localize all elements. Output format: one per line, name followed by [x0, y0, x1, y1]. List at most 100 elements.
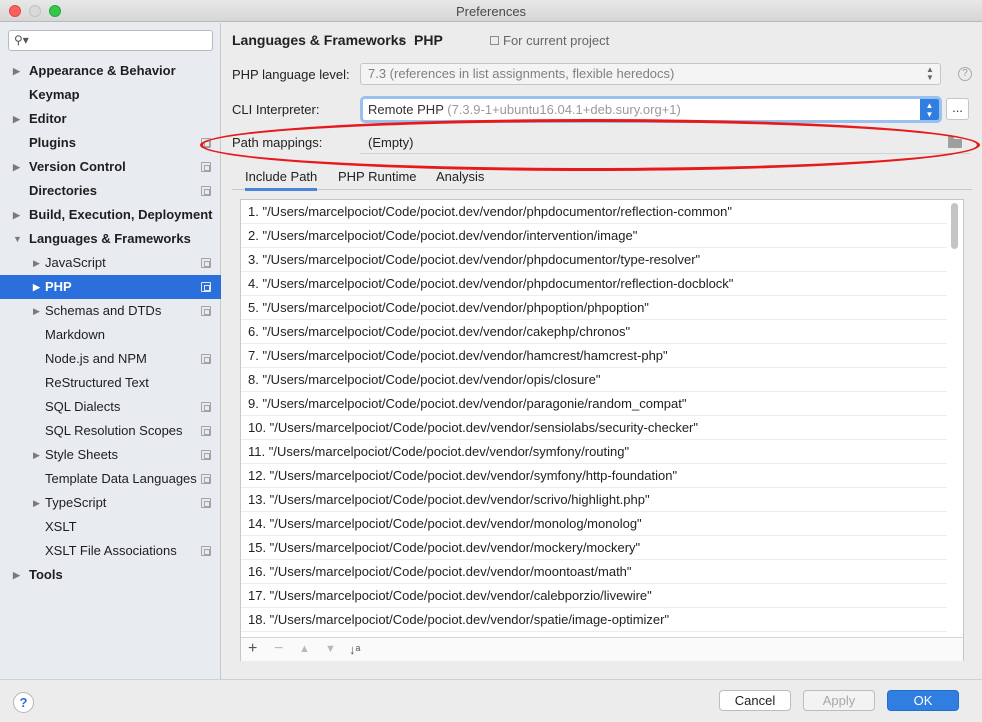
help-icon[interactable]: ? [958, 67, 972, 81]
remove-icon[interactable]: − [274, 640, 283, 658]
sidebar-item-label: Template Data Languages [45, 471, 197, 486]
project-scope-icon [201, 498, 211, 508]
project-scope-icon [201, 282, 211, 292]
list-item[interactable]: 4. "/Users/marcelpociot/Code/pociot.dev/… [241, 272, 947, 296]
settings-search-input[interactable]: ⚲▾ [8, 30, 213, 51]
sidebar-item-xslt-file-associations[interactable]: XSLT File Associations [0, 539, 221, 563]
cli-interpreter-version: (7.3.9-1+ubuntu16.04.1+deb.sury.org+1) [443, 102, 681, 117]
tab-include-path[interactable]: Include Path [245, 169, 318, 191]
settings-tree: ▶ Appearance & Behavior Keymap ▶ Editor Plugi… [0, 59, 221, 587]
sidebar-item-label: Style Sheets [45, 447, 118, 462]
ok-button[interactable]: OK [887, 690, 959, 711]
sidebar-item-style-sheets[interactable]: ▶ Style Sheets [0, 443, 221, 467]
list-item[interactable]: 8. "/Users/marcelpociot/Code/pociot.dev/… [241, 368, 947, 392]
list-item[interactable]: 6. "/Users/marcelpociot/Code/pociot.dev/… [241, 320, 947, 344]
chevron-right-icon[interactable]: ▶ [33, 275, 40, 299]
window-title: Preferences [455, 4, 527, 19]
list-item[interactable]: 3. "/Users/marcelpociot/Code/pociot.dev/… [241, 248, 947, 272]
sidebar-item-label: Version Control [29, 159, 126, 174]
chevron-right-icon[interactable]: ▶ [13, 107, 20, 131]
move-down-icon[interactable]: ▼ [325, 643, 336, 655]
list-item[interactable]: 14. "/Users/marcelpociot/Code/pociot.dev… [241, 512, 947, 536]
list-item[interactable]: 16. "/Users/marcelpociot/Code/pociot.dev… [241, 560, 947, 584]
project-scope-icon [201, 306, 211, 316]
sidebar-item-php[interactable]: ▶ PHP [0, 275, 221, 299]
chevron-right-icon[interactable]: ▶ [33, 491, 40, 515]
include-path-items: 1. "/Users/marcelpociot/Code/pociot.dev/… [241, 200, 947, 637]
sidebar-item-restructured-text[interactable]: ReStructured Text [0, 371, 221, 395]
chevron-updown-icon: ▲ ▼ [926, 65, 934, 82]
list-item[interactable]: 13. "/Users/marcelpociot/Code/pociot.dev… [241, 488, 947, 512]
chevron-right-icon[interactable]: ▶ [33, 443, 40, 467]
folder-icon[interactable] [948, 136, 962, 148]
list-item[interactable]: 5. "/Users/marcelpociot/Code/pociot.dev/… [241, 296, 947, 320]
list-item[interactable]: 11. "/Users/marcelpociot/Code/pociot.dev… [241, 440, 947, 464]
cancel-button[interactable]: Cancel [719, 690, 791, 711]
project-scope-icon [201, 258, 211, 268]
sidebar-item-appearance-behavior[interactable]: ▶ Appearance & Behavior [0, 59, 221, 83]
path-mappings-value[interactable]: (Empty) [368, 135, 414, 150]
project-scope-icon [201, 474, 211, 484]
chevron-right-icon[interactable]: ▶ [13, 59, 20, 83]
project-scope-icon [490, 36, 499, 45]
list-item[interactable]: 10. "/Users/marcelpociot/Code/pociot.dev… [241, 416, 947, 440]
sidebar-item-label: TypeScript [45, 495, 107, 510]
help-button[interactable]: ? [13, 692, 34, 713]
project-scope-icon [201, 426, 211, 436]
list-item[interactable]: 15. "/Users/marcelpociot/Code/pociot.dev… [241, 536, 947, 560]
sidebar-item-keymap[interactable]: Keymap [0, 83, 221, 107]
chevron-right-icon[interactable]: ▶ [13, 155, 20, 179]
sidebar-item-markdown[interactable]: Markdown [0, 323, 221, 347]
list-item[interactable]: 12. "/Users/marcelpociot/Code/pociot.dev… [241, 464, 947, 488]
sidebar-item-label: Keymap [29, 87, 80, 102]
move-up-icon[interactable]: ▲ [299, 643, 310, 655]
breadcrumb-separator: › [399, 31, 404, 47]
sidebar-item-sql-dialects[interactable]: SQL Dialects [0, 395, 221, 419]
sidebar-item-xslt[interactable]: XSLT [0, 515, 221, 539]
chevron-right-icon[interactable]: ▶ [33, 299, 40, 323]
include-path-list: 1. "/Users/marcelpociot/Code/pociot.dev/… [240, 199, 964, 661]
sidebar-item-template-data-languages[interactable]: Template Data Languages [0, 467, 221, 491]
sidebar-item-directories[interactable]: Directories [0, 179, 221, 203]
list-item[interactable]: 1. "/Users/marcelpociot/Code/pociot.dev/… [241, 200, 947, 224]
language-level-select[interactable]: 7.3 (references in list assignments, fle… [360, 63, 941, 85]
chevron-right-icon[interactable]: ▶ [33, 251, 40, 275]
tab-php-runtime[interactable]: PHP Runtime [338, 169, 417, 184]
list-item[interactable]: 18. "/Users/marcelpociot/Code/pociot.dev… [241, 608, 947, 632]
apply-button[interactable]: Apply [803, 690, 875, 711]
title-bar: Preferences [0, 0, 982, 22]
sidebar-item-schemas-and-dtds[interactable]: ▶ Schemas and DTDs [0, 299, 221, 323]
add-icon[interactable]: + [248, 640, 257, 658]
sidebar-item-node-js-and-npm[interactable]: Node.js and NPM [0, 347, 221, 371]
php-settings-panel: Languages & Frameworks › PHP For current… [200, 23, 982, 679]
project-scope-icon [201, 450, 211, 460]
sidebar-item-editor[interactable]: ▶ Editor [0, 107, 221, 131]
cli-interpreter-select[interactable]: Remote PHP (7.3.9-1+ubuntu16.04.1+deb.su… [360, 96, 942, 123]
configure-interpreters-button[interactable]: ... [946, 98, 969, 120]
chevron-right-icon[interactable]: ▶ [13, 563, 20, 587]
tab-analysis[interactable]: Analysis [436, 169, 484, 184]
chevron-right-icon[interactable]: ▶ [13, 203, 20, 227]
sidebar-item-typescript[interactable]: ▶ TypeScript [0, 491, 221, 515]
list-scrollbar[interactable] [951, 203, 958, 249]
list-item[interactable]: 9. "/Users/marcelpociot/Code/pociot.dev/… [241, 392, 947, 416]
list-item[interactable]: 2. "/Users/marcelpociot/Code/pociot.dev/… [241, 224, 947, 248]
sidebar-item-label: JavaScript [45, 255, 106, 270]
path-mappings-divider [360, 153, 970, 154]
project-scope-icon [201, 186, 211, 196]
sidebar-item-label: SQL Resolution Scopes [45, 423, 183, 438]
sidebar-item-label: Node.js and NPM [45, 351, 147, 366]
project-scope-icon [201, 138, 211, 148]
sidebar-item-languages-frameworks[interactable]: ▼ Languages & Frameworks [0, 227, 221, 251]
list-item[interactable]: 7. "/Users/marcelpociot/Code/pociot.dev/… [241, 344, 947, 368]
breadcrumb[interactable]: Languages & Frameworks [232, 32, 406, 48]
sidebar-item-javascript[interactable]: ▶ JavaScript [0, 251, 221, 275]
sidebar-item-build-execution-deployment[interactable]: ▶ Build, Execution, Deployment [0, 203, 221, 227]
sort-icon[interactable]: ↓ᵃ [349, 642, 360, 657]
list-item[interactable]: 17. "/Users/marcelpociot/Code/pociot.dev… [241, 584, 947, 608]
sidebar-item-sql-resolution-scopes[interactable]: SQL Resolution Scopes [0, 419, 221, 443]
sidebar-item-tools[interactable]: ▶ Tools [0, 563, 221, 587]
sidebar-item-plugins[interactable]: Plugins [0, 131, 221, 155]
sidebar-item-version-control[interactable]: ▶ Version Control [0, 155, 221, 179]
chevron-down-icon[interactable]: ▼ [13, 227, 22, 251]
